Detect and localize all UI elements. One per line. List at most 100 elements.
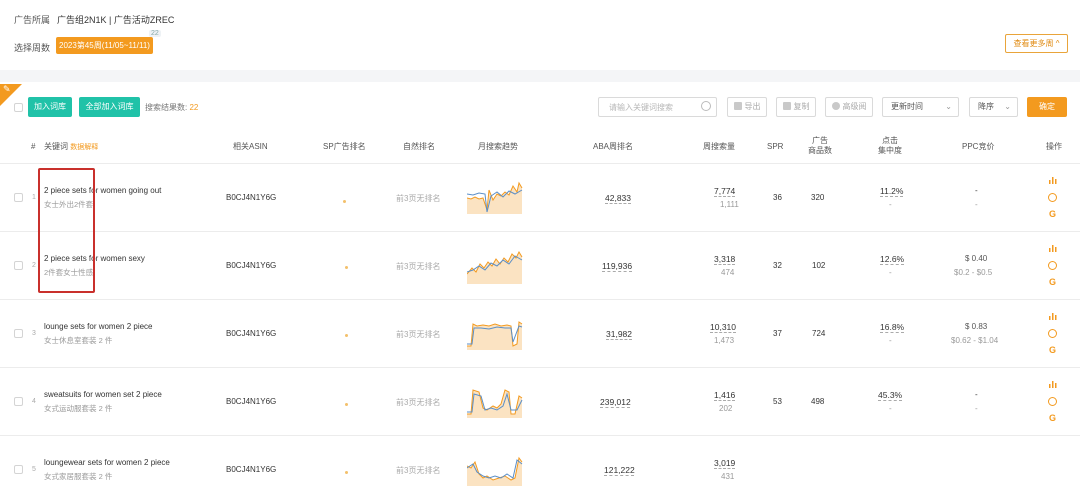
smile-icon[interactable]: [1048, 397, 1057, 406]
click-concentration-sub: -: [889, 200, 892, 209]
trend-sparkline[interactable]: [467, 180, 523, 214]
row-checkbox[interactable]: [14, 193, 23, 202]
aba-rank-value[interactable]: 239,012: [600, 397, 631, 407]
result-count-value: 22: [189, 103, 199, 112]
weekly-search-sub: 474: [721, 268, 735, 277]
add-to-library-button[interactable]: 加入词库: [28, 97, 72, 117]
bar-chart-icon[interactable]: [1049, 244, 1057, 252]
row-divider: [0, 299, 1080, 300]
keyword-search-input[interactable]: 请输入关键词搜索: [598, 97, 717, 117]
col-natural-rank: 自然排名: [403, 142, 435, 151]
keyword-text[interactable]: loungewear sets for women 2 piece: [44, 458, 170, 467]
bar-chart-icon[interactable]: [1049, 380, 1057, 388]
asin-text[interactable]: B0CJ4N1Y6G: [226, 193, 276, 202]
spr-value: 37: [773, 329, 782, 338]
spr-value: 32: [773, 261, 782, 270]
google-icon[interactable]: G: [1049, 414, 1058, 423]
row-index: 3: [32, 330, 36, 337]
keyword-text[interactable]: sweatsuits for women set 2 piece: [44, 390, 162, 399]
col-aba-rank: ABA周排名: [593, 142, 634, 151]
keyword-translation: 女式家居服套装 2 件: [44, 472, 113, 481]
trend-sparkline[interactable]: [467, 384, 523, 418]
weekly-search-sub: 431: [721, 472, 735, 481]
ppc-value: $ 0.83: [965, 322, 988, 331]
asin-text[interactable]: B0CJ4N1Y6G: [226, 465, 276, 474]
col-actions: 操作: [1046, 142, 1062, 151]
click-concentration-value[interactable]: 12.6%: [880, 254, 904, 264]
smile-icon[interactable]: [1048, 329, 1057, 338]
weekly-search-value[interactable]: 1,416: [714, 390, 735, 400]
sp-rank-dot: [345, 403, 348, 406]
natural-rank: 前3页无排名: [396, 398, 441, 407]
copy-button[interactable]: 复制: [776, 97, 816, 117]
ad-owner-label: 广告所属: [14, 15, 51, 25]
row-divider: [0, 163, 1080, 164]
ad-products-value: 498: [811, 397, 825, 406]
ppc-range: -: [975, 404, 978, 413]
asin-text[interactable]: B0CJ4N1Y6G: [226, 329, 276, 338]
asin-text[interactable]: B0CJ4N1Y6G: [226, 261, 276, 270]
trend-sparkline[interactable]: [467, 316, 523, 350]
bottom-fade: [740, 438, 1080, 504]
sort-field-select[interactable]: 更新时间 ⌄: [882, 97, 959, 117]
weekly-search-value[interactable]: 10,310: [710, 322, 736, 332]
section-divider: [0, 70, 1080, 82]
ad-products-value: 724: [812, 329, 826, 338]
bar-chart-icon[interactable]: [1049, 312, 1057, 320]
click-concentration-sub: -: [889, 268, 892, 277]
bar-chart-icon[interactable]: [1049, 176, 1057, 184]
weekly-search-value[interactable]: 3,019: [714, 458, 735, 468]
row-divider: [0, 231, 1080, 232]
week-label: 选择周数: [14, 43, 51, 53]
natural-rank: 前3页无排名: [396, 262, 441, 271]
spr-value: 53: [773, 397, 782, 406]
smile-icon[interactable]: [1048, 193, 1057, 202]
ppc-value: -: [975, 186, 978, 195]
aba-rank-value[interactable]: 119,936: [602, 261, 632, 271]
keyword-text[interactable]: lounge sets for women 2 piece: [44, 322, 153, 331]
sort-order-select[interactable]: 降序 ⌄: [969, 97, 1018, 117]
ad-products-value: 320: [811, 193, 825, 202]
select-all-checkbox[interactable]: [14, 103, 23, 112]
row-checkbox[interactable]: [14, 465, 23, 474]
sp-rank-dot: [345, 334, 348, 337]
row-index: 2: [32, 262, 36, 269]
smile-icon[interactable]: [1048, 261, 1057, 270]
data-explain-link[interactable]: 数据解释: [70, 144, 98, 151]
col-ad-products: 广告 商品数: [808, 136, 832, 155]
weekly-search-sub: 1,111: [720, 200, 739, 209]
sp-rank-dot: [345, 266, 348, 269]
asin-text[interactable]: B0CJ4N1Y6G: [226, 397, 276, 406]
click-concentration-value[interactable]: 16.8%: [880, 322, 904, 332]
confirm-button[interactable]: 确定: [1027, 97, 1067, 117]
keyword-translation: 女式运动服套装 2 件: [44, 404, 113, 413]
aba-rank-value[interactable]: 31,982: [606, 329, 632, 339]
sp-rank-dot: [343, 200, 346, 203]
trend-sparkline[interactable]: [467, 452, 523, 486]
google-icon[interactable]: G: [1049, 278, 1058, 287]
trend-sparkline[interactable]: [467, 248, 523, 284]
aba-rank-value[interactable]: 121,222: [604, 465, 635, 475]
click-concentration-value[interactable]: 45.3%: [878, 390, 902, 400]
natural-rank: 前3页无排名: [396, 466, 441, 475]
weekly-search-value[interactable]: 3,318: [714, 254, 735, 264]
row-divider: [0, 367, 1080, 368]
search-icon[interactable]: [701, 101, 711, 111]
click-concentration-sub: -: [889, 336, 892, 345]
week-selector[interactable]: 2023第45周(11/05~11/11): [56, 37, 153, 54]
row-checkbox[interactable]: [14, 329, 23, 338]
aba-rank-value[interactable]: 42,833: [605, 193, 631, 203]
view-button[interactable]: 高级阅: [825, 97, 873, 117]
google-icon[interactable]: G: [1049, 346, 1058, 355]
add-all-to-library-button[interactable]: 全部加入词库: [79, 97, 140, 117]
result-count: 搜索结果数: 22: [145, 103, 199, 112]
chevron-down-icon: ⌄: [945, 102, 952, 111]
more-weeks-button[interactable]: 查看更多周 ^: [1005, 34, 1068, 53]
row-checkbox[interactable]: [14, 397, 23, 406]
click-concentration-value[interactable]: 11.2%: [880, 186, 903, 196]
google-icon[interactable]: G: [1049, 210, 1058, 219]
export-button[interactable]: 导出: [727, 97, 767, 117]
week-badge: 22: [149, 30, 161, 37]
weekly-search-value[interactable]: 7,774: [714, 186, 735, 196]
row-checkbox[interactable]: [14, 261, 23, 270]
